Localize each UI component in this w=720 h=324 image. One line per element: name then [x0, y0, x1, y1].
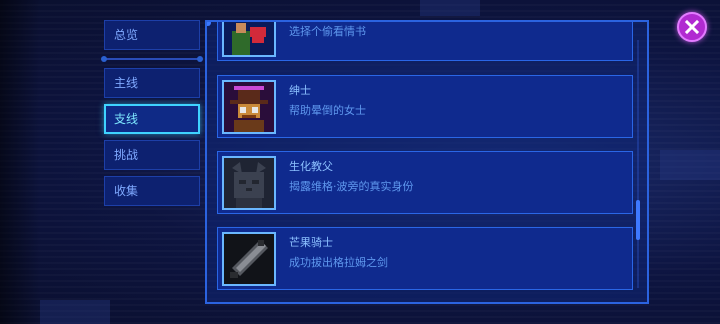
sword-icon [222, 232, 276, 286]
lover-letter-icon [222, 22, 276, 57]
quest-row-gentleman[interactable]: 绅士 帮助晕倒的女士 [217, 75, 633, 138]
quest-title: 绅士 [289, 84, 311, 97]
tab-overview[interactable]: 总览 [104, 20, 200, 50]
quest-desc: 成功拔出格拉姆之剑 [289, 256, 388, 269]
scrollbar-track [637, 40, 639, 288]
cat-godfather-icon [222, 156, 276, 210]
sidebar-divider [101, 56, 203, 62]
quest-title: 生化教父 [289, 160, 333, 173]
tab-collection[interactable]: 收集 [104, 176, 200, 206]
quest-row-bio-godfather[interactable]: 生化教父 揭露维格·波旁的真实身份 [217, 151, 633, 214]
quest-desc: 揭露维格·波旁的真实身份 [289, 180, 414, 193]
scrollbar-thumb[interactable] [636, 200, 640, 240]
close-button[interactable] [677, 12, 707, 42]
quest-desc: 选择个偷看情书 [289, 25, 366, 38]
tab-side-quest[interactable]: 支线 [104, 104, 200, 134]
quest-row-love-letter[interactable]: 选择个偷看情书 [217, 22, 633, 61]
tab-challenge[interactable]: 挑战 [104, 140, 200, 170]
close-icon [684, 19, 700, 35]
tab-main-quest[interactable]: 主线 [104, 68, 200, 98]
quest-desc: 帮助晕倒的女士 [289, 104, 366, 117]
gentleman-icon [222, 80, 276, 134]
quest-list-panel[interactable]: 选择个偷看情书 绅士 帮助晕倒的女士 生化教父 揭露维格·波旁的真实身份 芒果骑… [205, 20, 649, 304]
quest-row-mango-knight[interactable]: 芒果骑士 成功拔出格拉姆之剑 [217, 227, 633, 290]
quest-title: 芒果骑士 [289, 236, 333, 249]
